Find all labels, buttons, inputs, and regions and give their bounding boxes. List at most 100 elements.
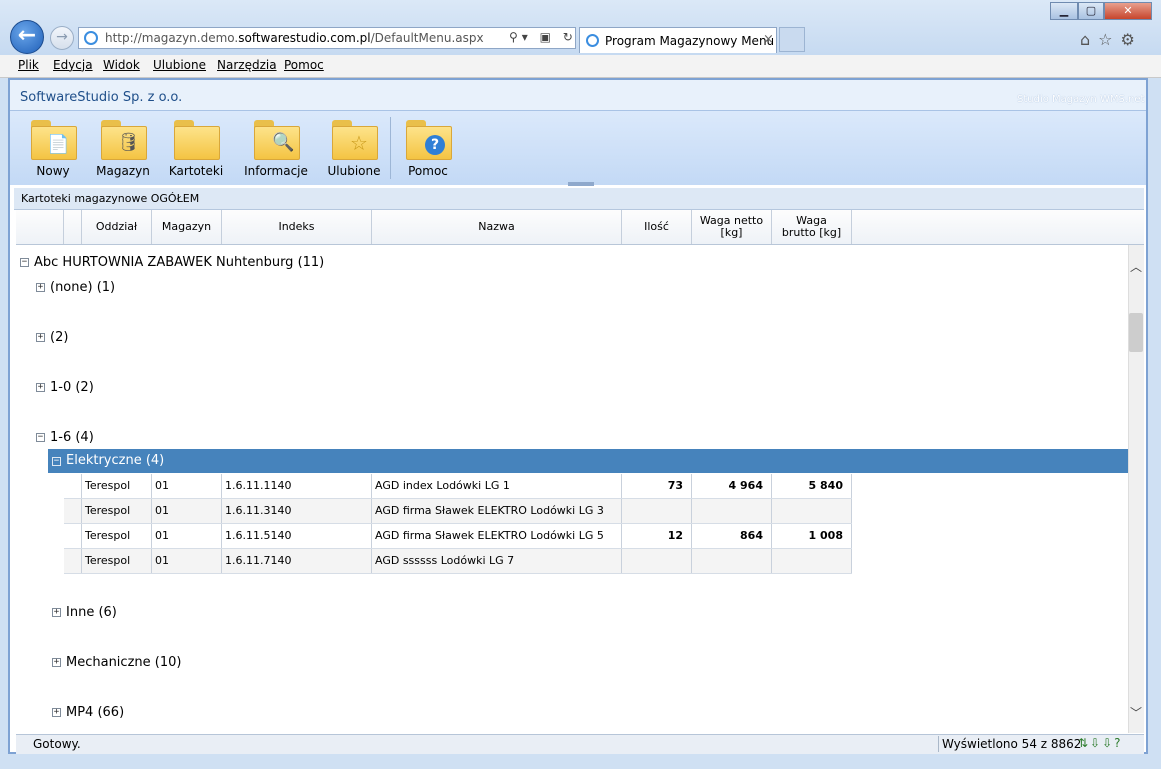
- group-label[interactable]: (2): [50, 330, 68, 345]
- scroll-up-icon[interactable]: ︿: [1128, 258, 1144, 274]
- scroll-down-icon[interactable]: ﹀: [1128, 704, 1144, 720]
- back-arrow-icon: ←: [17, 23, 37, 48]
- cell-nazwa: AGD firma Sławek ELEKTRO Lodówki LG 5: [372, 524, 622, 548]
- expand-toggle-icon[interactable]: +: [52, 658, 61, 667]
- menu-bar: Plik Edycja Widok Ulubione Narzędzia Pom…: [0, 55, 1161, 78]
- cell-oddzial: Terespol: [82, 474, 152, 498]
- header-magazyn[interactable]: Magazyn: [152, 210, 222, 244]
- record-count: Wyświetlono 54 z 8862: [942, 737, 1082, 751]
- cell-waga-brutto: 1 008: [772, 524, 852, 548]
- back-button[interactable]: ←: [10, 20, 44, 54]
- ribbon-button-ulubione[interactable]: ☆ Ulubione: [324, 118, 384, 178]
- cell-indeks: 1.6.11.3140: [222, 499, 372, 523]
- address-text[interactable]: http://magazyn.demo.softwarestudio.com.p…: [105, 31, 484, 45]
- forward-button[interactable]: →: [50, 26, 74, 50]
- close-window-button[interactable]: ✕: [1104, 2, 1152, 20]
- forward-arrow-icon: →: [56, 29, 68, 45]
- maximize-button[interactable]: ▢: [1078, 2, 1104, 20]
- row-selector[interactable]: [64, 499, 82, 523]
- ribbon-label: Nowy: [36, 164, 70, 178]
- menu-ulubione[interactable]: Ulubione: [153, 58, 206, 72]
- company-name: SoftwareStudio Sp. z o.o.: [20, 90, 183, 105]
- cell-indeks: 1.6.11.1140: [222, 474, 372, 498]
- scrollbar-thumb[interactable]: [1129, 313, 1143, 352]
- cell-oddzial: Terespol: [82, 524, 152, 548]
- minimize-button[interactable]: ▁: [1050, 2, 1078, 20]
- tab-title: Program Magazynowy Menu: [605, 34, 775, 48]
- address-domain: softwarestudio.com.pl: [238, 31, 371, 45]
- row-selector[interactable]: [64, 549, 82, 573]
- cell-ilosc: 73: [622, 474, 692, 498]
- tab-close-icon[interactable]: ×: [763, 32, 774, 47]
- group-label[interactable]: Inne (6): [66, 605, 117, 620]
- table-row[interactable]: Terespol 01 1.6.11.1140 AGD index Lodówk…: [64, 474, 852, 499]
- ribbon-button-kartoteki[interactable]: Kartoteki: [166, 118, 226, 178]
- collapse-toggle-icon[interactable]: −: [36, 433, 45, 442]
- new-tab-button[interactable]: [779, 27, 805, 52]
- group-label[interactable]: (none) (1): [50, 280, 115, 295]
- selected-group-row[interactable]: [48, 449, 1128, 473]
- table-row[interactable]: Terespol 01 1.6.11.5140 AGD firma Sławek…: [64, 524, 852, 549]
- database-icon: 🛢: [99, 118, 147, 160]
- grid-title: Kartoteki magazynowe OGÓŁEM: [21, 192, 200, 205]
- cell-waga-brutto: [772, 549, 852, 573]
- cell-waga-brutto: 5 840: [772, 474, 852, 498]
- selected-group-label[interactable]: Elektryczne (4): [66, 453, 164, 468]
- menu-edycja[interactable]: Edycja: [53, 58, 93, 72]
- product-name: Studio Magazyn WMS.net: [1017, 94, 1145, 105]
- header-waga-brutto[interactable]: Waga brutto [kg]: [772, 210, 852, 244]
- expand-toggle-icon[interactable]: +: [52, 708, 61, 717]
- ribbon-button-informacje[interactable]: 🔍 Informacje: [240, 118, 312, 178]
- table-row[interactable]: Terespol 01 1.6.11.7140 AGD ssssss Lodów…: [64, 549, 852, 574]
- header-ilosc[interactable]: Ilość: [622, 210, 692, 244]
- new-document-icon: 📄: [29, 118, 77, 160]
- status-text: Gotowy.: [33, 737, 81, 751]
- status-actions-icon[interactable]: ⇅⇩⇩?: [1078, 736, 1123, 750]
- help-icon: ?: [404, 118, 452, 160]
- cell-waga-netto: 864: [692, 524, 772, 548]
- ribbon-separator: [390, 117, 391, 179]
- menu-plik[interactable]: Plik: [18, 58, 39, 72]
- cell-magazyn: 01: [152, 524, 222, 548]
- ribbon-button-magazyn[interactable]: 🛢 Magazyn: [93, 118, 153, 178]
- folder-icon: [172, 118, 220, 160]
- cell-waga-netto: [692, 499, 772, 523]
- browser-tools-icon[interactable]: ⌂☆⚙: [1080, 30, 1143, 49]
- cell-nazwa: AGD ssssss Lodówki LG 7: [372, 549, 622, 573]
- ie-logo-icon: [84, 31, 98, 45]
- menu-pomoc[interactable]: Pomoc: [284, 58, 324, 72]
- row-selector[interactable]: [64, 474, 82, 498]
- group-root-label[interactable]: Abc HURTOWNIA ZABAWEK Nuhtenburg (11): [34, 255, 324, 270]
- window-bottom-border: [0, 754, 1161, 769]
- expand-toggle-icon[interactable]: +: [36, 383, 45, 392]
- menu-widok[interactable]: Widok: [103, 58, 140, 72]
- ribbon-label: Ulubione: [327, 164, 381, 178]
- row-selector[interactable]: [64, 524, 82, 548]
- cell-oddzial: Terespol: [82, 549, 152, 573]
- ribbon-label: Magazyn: [96, 164, 150, 178]
- expand-toggle-icon[interactable]: +: [52, 608, 61, 617]
- menu-narzedzia[interactable]: Narzędzia: [217, 58, 277, 72]
- address-actions-icon[interactable]: ⚲▾ ▣ ↻: [509, 30, 577, 44]
- ribbon-collapse-grip[interactable]: [568, 182, 594, 186]
- group-label[interactable]: MP4 (66): [66, 705, 124, 720]
- group-label[interactable]: Mechaniczne (10): [66, 655, 181, 670]
- collapse-toggle-icon[interactable]: −: [52, 457, 61, 466]
- expand-toggle-icon[interactable]: +: [36, 283, 45, 292]
- cell-oddzial: Terespol: [82, 499, 152, 523]
- ribbon-button-pomoc[interactable]: ? Pomoc: [398, 118, 458, 178]
- group-label[interactable]: 1-0 (2): [50, 380, 94, 395]
- status-separator: [938, 736, 939, 752]
- address-bar[interactable]: http://magazyn.demo.softwarestudio.com.p…: [78, 27, 576, 49]
- collapse-toggle-icon[interactable]: −: [20, 258, 29, 267]
- header-indeks[interactable]: Indeks: [222, 210, 372, 244]
- browser-tab[interactable]: Program Magazynowy Menu ×: [579, 27, 777, 53]
- ribbon-button-nowy[interactable]: 📄 Nowy: [23, 118, 83, 178]
- group-label[interactable]: 1-6 (4): [50, 430, 94, 445]
- table-row[interactable]: Terespol 01 1.6.11.3140 AGD firma Sławek…: [64, 499, 852, 524]
- cell-waga-brutto: [772, 499, 852, 523]
- header-waga-netto[interactable]: Waga netto [kg]: [692, 210, 772, 244]
- expand-toggle-icon[interactable]: +: [36, 333, 45, 342]
- header-nazwa[interactable]: Nazwa: [372, 210, 622, 244]
- header-oddzial[interactable]: Oddział: [82, 210, 152, 244]
